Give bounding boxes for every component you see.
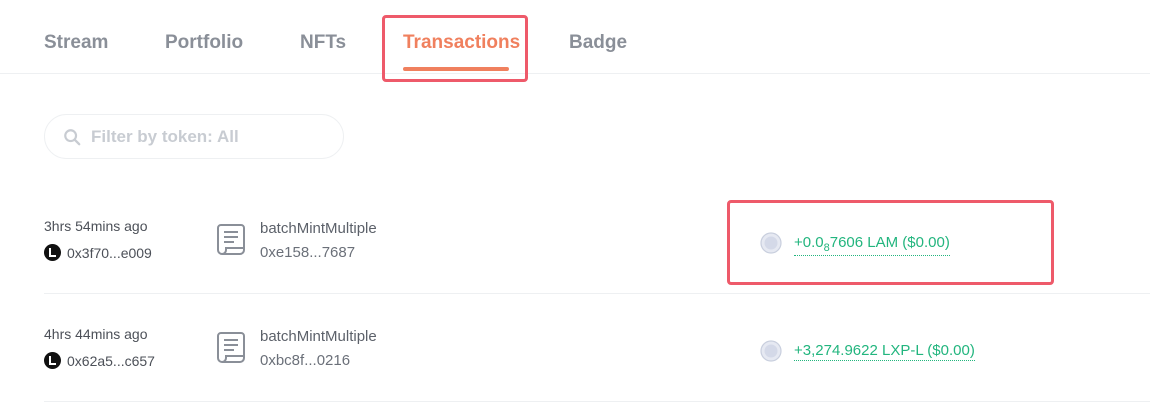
- token-icon: [760, 340, 782, 362]
- transaction-hash[interactable]: 0xe158...7687: [260, 244, 355, 261]
- transaction-hash[interactable]: 0xbc8f...0216: [260, 352, 350, 369]
- tab-portfolio[interactable]: Portfolio: [165, 32, 243, 54]
- highlight-box-transactions-tab: [382, 15, 528, 82]
- token-filter[interactable]: [44, 114, 344, 159]
- transaction-time: 4hrs 44mins ago: [44, 326, 148, 342]
- highlight-box-amount: [727, 200, 1054, 285]
- transaction-row[interactable]: 4hrs 44mins ago 0x62a5...c657 batchMintM…: [44, 294, 1150, 402]
- from-address[interactable]: 0x62a5...c657: [44, 352, 155, 369]
- from-address[interactable]: 0x3f70...e009: [44, 244, 152, 261]
- transactions-page: Stream Portfolio NFTs Transactions Badge…: [0, 0, 1150, 406]
- contract-scroll-icon: [217, 224, 245, 255]
- transaction-time: 3hrs 54mins ago: [44, 218, 148, 234]
- profile-tabs: Stream Portfolio NFTs Transactions Badge: [0, 0, 1150, 74]
- from-address-text: 0x3f70...e009: [67, 244, 152, 261]
- tab-nfts[interactable]: NFTs: [300, 32, 346, 54]
- method-name: batchMintMultiple: [260, 220, 377, 237]
- tab-badge[interactable]: Badge: [569, 32, 627, 54]
- from-address-text: 0x62a5...c657: [67, 352, 155, 369]
- token-filter-input[interactable]: [91, 126, 321, 147]
- chain-logo-icon: [44, 352, 61, 369]
- contract-scroll-icon: [217, 332, 245, 363]
- tab-stream[interactable]: Stream: [44, 32, 108, 54]
- chain-logo-icon: [44, 244, 61, 261]
- search-icon: [64, 128, 81, 145]
- token-amount[interactable]: +3,274.9622 LXP-L ($0.00): [794, 342, 975, 361]
- method-name: batchMintMultiple: [260, 328, 377, 345]
